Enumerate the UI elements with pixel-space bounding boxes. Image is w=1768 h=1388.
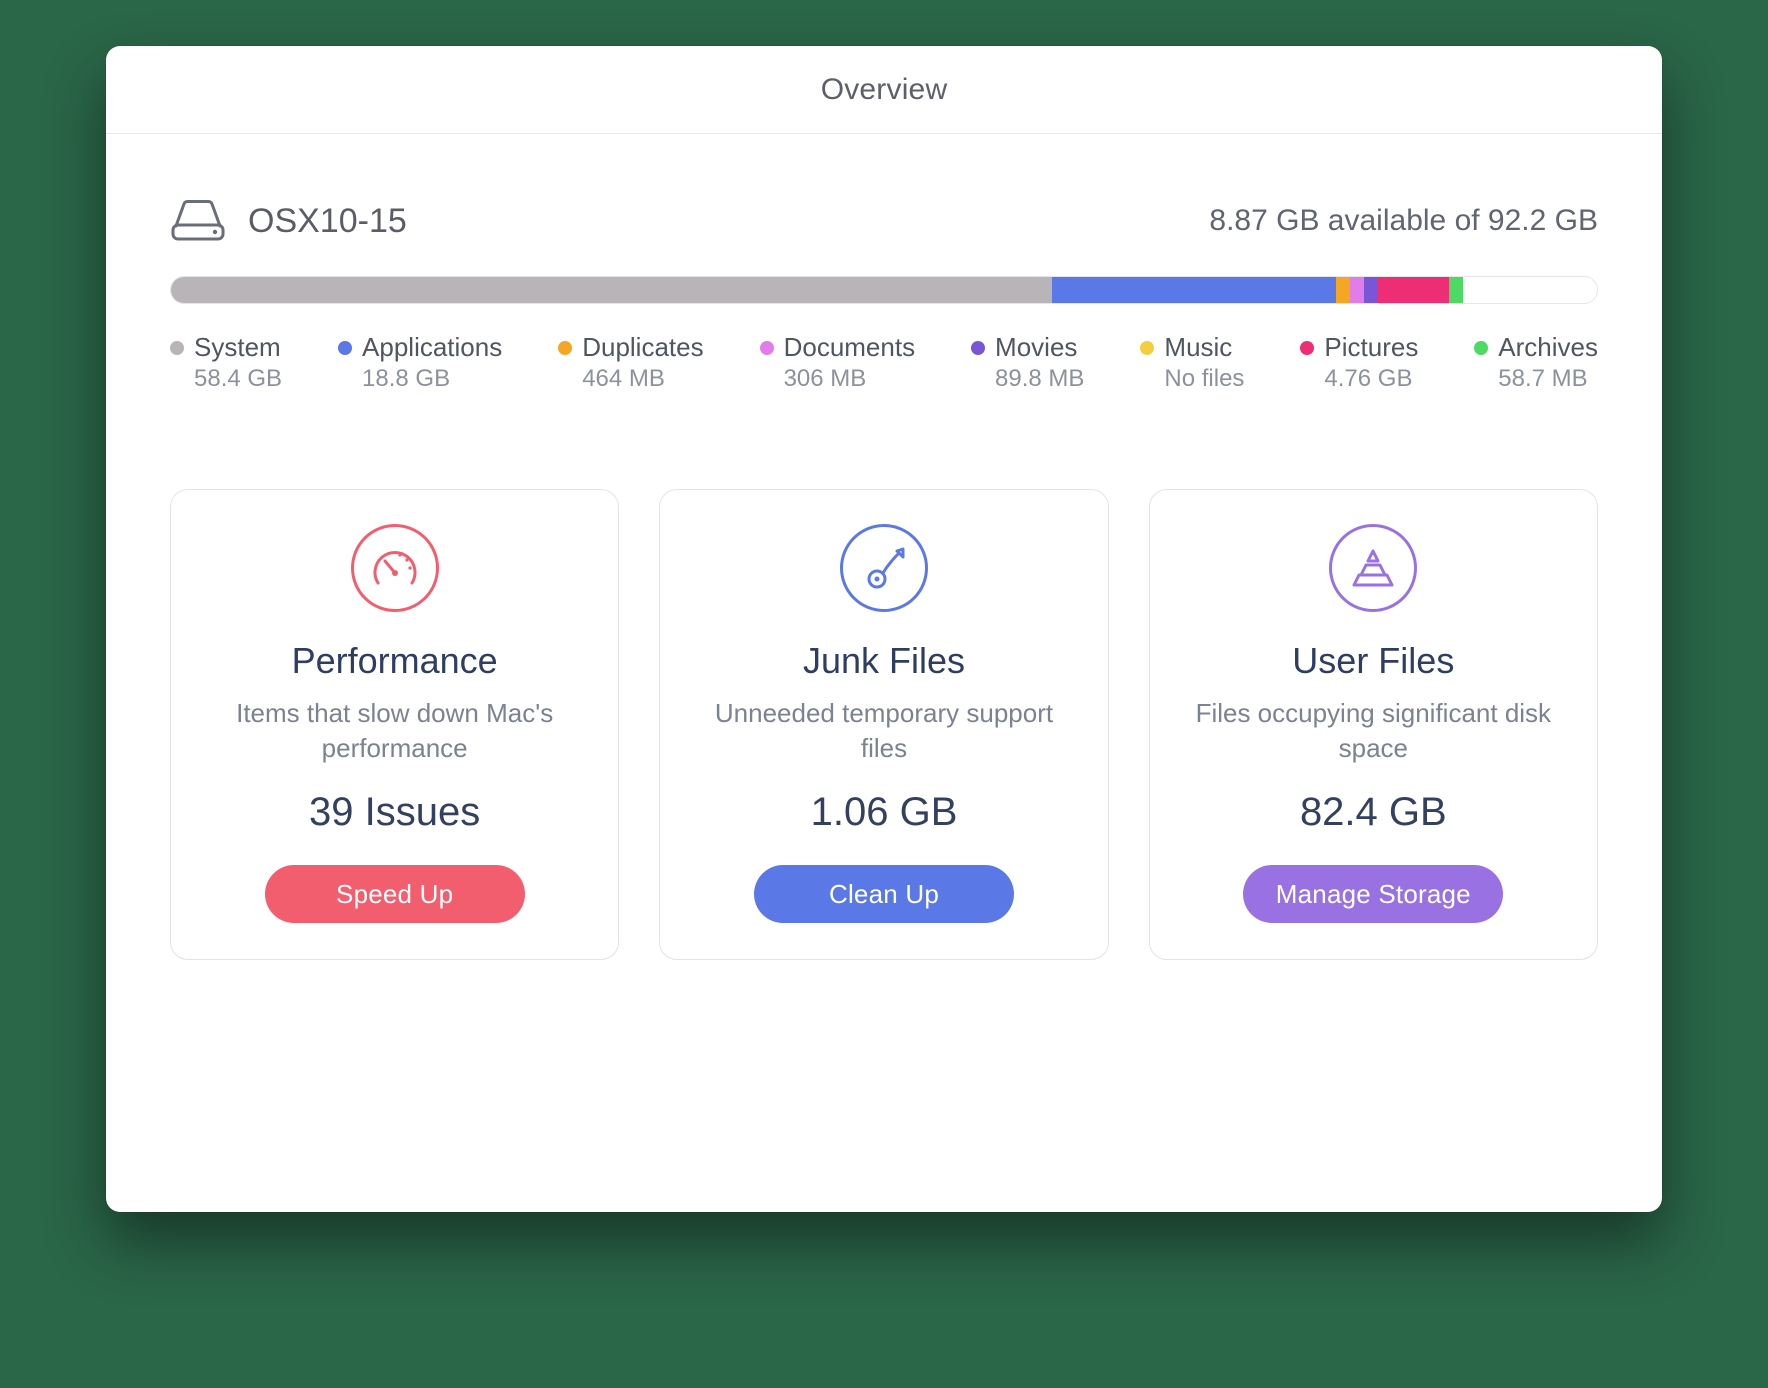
legend-item-applications[interactable]: Applications18.8 GB — [338, 332, 502, 393]
legend-dot-icon — [760, 341, 774, 355]
card-junk-metric: 1.06 GB — [811, 790, 958, 835]
usage-segment-applications — [1052, 277, 1336, 303]
legend-dot-icon — [1140, 341, 1154, 355]
content-area: OSX10-15 8.87 GB available of 92.2 GB Sy… — [106, 134, 1662, 1010]
legend-size: 306 MB — [784, 365, 916, 393]
legend-size: 58.4 GB — [194, 365, 282, 393]
legend-dot-icon — [170, 341, 184, 355]
legend-label: Pictures — [1324, 332, 1418, 363]
usage-segment-system — [171, 277, 1052, 303]
legend-label: Music — [1164, 332, 1232, 363]
speed-up-button[interactable]: Speed Up — [265, 865, 525, 923]
app-window: Overview OSX10-15 8.87 GB available of 9… — [106, 46, 1662, 1212]
usage-segment-pictures — [1377, 277, 1449, 303]
card-user-desc: Files occupying significant disk space — [1193, 696, 1553, 766]
legend-size: 4.76 GB — [1324, 365, 1418, 393]
storage-legend: System58.4 GB Applications18.8 GB Duplicat… — [170, 332, 1598, 393]
usage-segment-archives — [1449, 277, 1463, 303]
usage-segment-movies — [1364, 277, 1378, 303]
legend-size: 58.7 MB — [1498, 365, 1598, 393]
vacuum-icon — [840, 524, 928, 612]
legend-item-movies[interactable]: Movies89.8 MB — [971, 332, 1084, 393]
disk-header: OSX10-15 8.87 GB available of 92.2 GB — [170, 200, 1598, 242]
disk-available-text: 8.87 GB available of 92.2 GB — [1209, 204, 1598, 238]
legend-item-system[interactable]: System58.4 GB — [170, 332, 282, 393]
disk-name: OSX10-15 — [248, 202, 407, 241]
disk-identity: OSX10-15 — [170, 200, 407, 242]
legend-dot-icon — [558, 341, 572, 355]
legend-size: 18.8 GB — [362, 365, 502, 393]
legend-item-pictures[interactable]: Pictures4.76 GB — [1300, 332, 1418, 393]
legend-dot-icon — [1300, 341, 1314, 355]
legend-dot-icon — [338, 341, 352, 355]
gauge-icon — [351, 524, 439, 612]
card-user-title: User Files — [1292, 640, 1454, 682]
page-title: Overview — [821, 73, 948, 107]
card-performance-desc: Items that slow down Mac's performance — [215, 696, 575, 766]
legend-label: Documents — [784, 332, 916, 363]
clean-up-button[interactable]: Clean Up — [754, 865, 1014, 923]
pyramid-icon — [1329, 524, 1417, 612]
card-junk-title: Junk Files — [803, 640, 965, 682]
card-performance-title: Performance — [292, 640, 498, 682]
card-user-metric: 82.4 GB — [1300, 790, 1447, 835]
usage-segment-duplicates — [1336, 277, 1350, 303]
legend-size: 89.8 MB — [995, 365, 1084, 393]
legend-item-archives[interactable]: Archives58.7 MB — [1474, 332, 1598, 393]
legend-label: System — [194, 332, 281, 363]
legend-label: Applications — [362, 332, 502, 363]
card-junk-files: Junk Files Unneeded temporary support fi… — [659, 489, 1108, 960]
legend-dot-icon — [971, 341, 985, 355]
card-performance: Performance Items that slow down Mac's p… — [170, 489, 619, 960]
card-user-files: User Files Files occupying significant d… — [1149, 489, 1598, 960]
disk-icon — [170, 200, 226, 242]
titlebar: Overview — [106, 46, 1662, 134]
card-junk-desc: Unneeded temporary support files — [704, 696, 1064, 766]
legend-label: Archives — [1498, 332, 1598, 363]
card-performance-metric: 39 Issues — [309, 790, 480, 835]
usage-segment-free — [1463, 277, 1597, 303]
legend-item-music[interactable]: MusicNo files — [1140, 332, 1244, 393]
legend-size: No files — [1164, 365, 1244, 393]
summary-cards: Performance Items that slow down Mac's p… — [170, 489, 1598, 960]
legend-label: Duplicates — [582, 332, 703, 363]
legend-label: Movies — [995, 332, 1077, 363]
legend-item-duplicates[interactable]: Duplicates464 MB — [558, 332, 703, 393]
usage-segment-documents — [1350, 277, 1364, 303]
storage-usage-bar — [170, 276, 1598, 304]
manage-storage-button[interactable]: Manage Storage — [1243, 865, 1503, 923]
legend-size: 464 MB — [582, 365, 703, 393]
legend-dot-icon — [1474, 341, 1488, 355]
legend-item-documents[interactable]: Documents306 MB — [760, 332, 916, 393]
